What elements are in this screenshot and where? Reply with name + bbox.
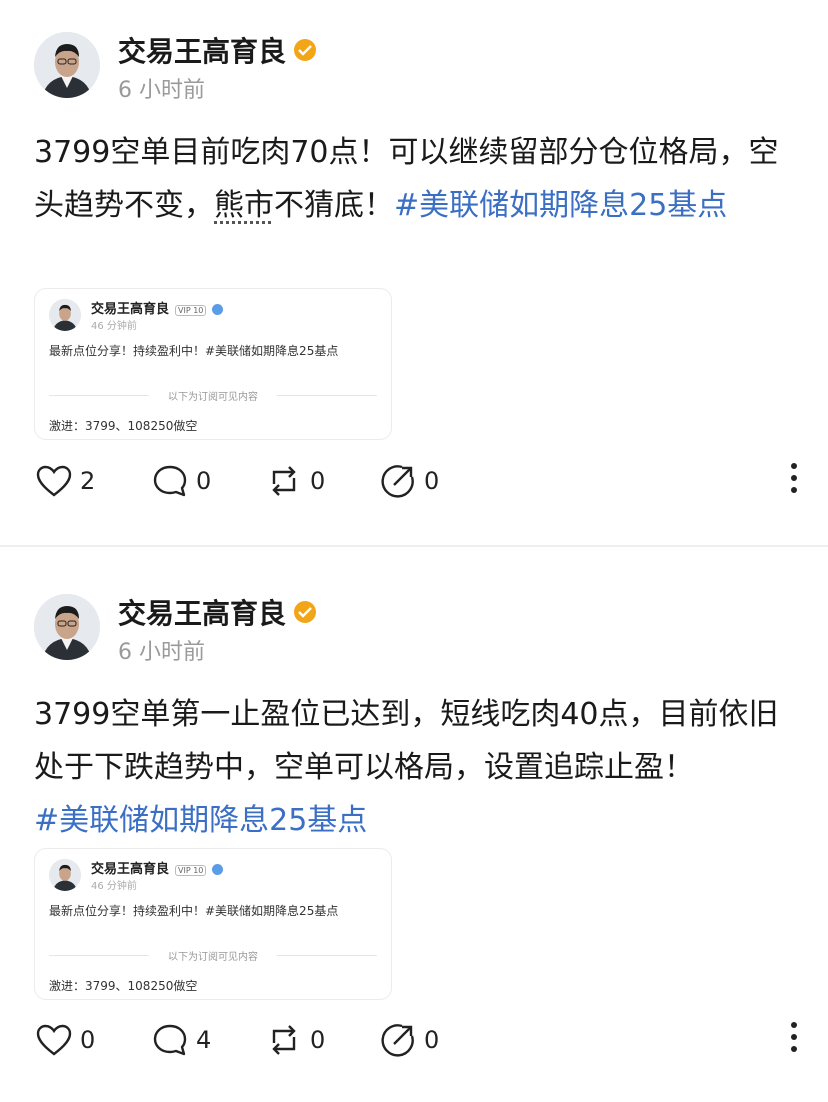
repost-count: 0 [310,1026,326,1054]
comment-count: 4 [196,1026,212,1054]
quoted-footer: 激进：3799、108250做空 [49,979,198,993]
share-icon [381,465,414,498]
quoted-avatar [49,299,81,331]
post-text-keyword[interactable]: 熊市 [214,188,274,223]
share-icon [381,1024,414,1057]
hashtag-link[interactable]: #美联储如期降息25基点 [34,803,367,838]
heart-icon [36,465,72,497]
post-time: 6 小时前 [118,78,205,103]
like-button[interactable]: 2 [36,461,95,501]
verified-check-icon [212,304,224,315]
post-time: 6 小时前 [118,640,205,665]
more-icon[interactable] [790,1022,798,1058]
comment-count: 0 [196,467,212,495]
post: 交易王高育良 6 小时前 3799空单目前吃肉70点！可以继续留部分仓位格局，空… [0,0,828,547]
vip-badge: VIP 10 [175,865,207,876]
quoted-time: 46 分钟前 [91,881,137,892]
post-text: 3799空单目前吃肉70点！可以继续留部分仓位格局，空头趋势不变，熊市不猜底！#… [34,126,794,232]
post-text-part: 3799空单第一止盈位已达到，短线吃肉40点，目前依旧处于下跌趋势中，空单可以格… [34,697,779,785]
author-name-text: 交易王高育良 [118,597,287,630]
repost-icon [272,1025,296,1055]
subscription-divider: 以下为订阅可见内容 [49,952,377,963]
quoted-text: 最新点位分享！持续盈利中！#美联储如期降息25基点 [49,344,339,358]
share-count: 0 [424,1026,440,1054]
vip-badge: VIP 10 [175,305,207,316]
post-text-part: 不猜底！ [274,188,394,223]
comment-button[interactable]: 0 [152,461,211,501]
quoted-author-text: 交易王高育良 [91,862,170,877]
quoted-author: 交易王高育良 VIP 10 [91,858,224,877]
heart-icon [36,1024,72,1056]
avatar[interactable] [34,594,100,660]
quoted-post-card[interactable]: 交易王高育良 VIP 10 46 分钟前 最新点位分享！持续盈利中！#美联储如期降… [34,288,392,440]
repost-icon [272,466,296,496]
share-count: 0 [424,467,440,495]
comment-icon [153,465,187,497]
subscription-divider: 以下为订阅可见内容 [49,392,377,403]
subscription-divider-label: 以下为订阅可见内容 [168,392,258,403]
avatar[interactable] [34,32,100,98]
author-name-text: 交易王高育良 [118,35,287,68]
share-button[interactable]: 0 [380,1020,439,1060]
post: 交易王高育良 6 小时前 3799空单第一止盈位已达到，短线吃肉40点，目前依旧… [0,546,828,1102]
action-bar: 2 0 0 0 [0,461,828,501]
quoted-footer: 激进：3799、108250做空 [49,419,198,433]
verified-badge-icon [294,601,317,623]
author-name[interactable]: 交易王高育良 [118,592,317,632]
repost-button[interactable]: 0 [266,461,325,501]
quoted-post-card[interactable]: 交易王高育良 VIP 10 46 分钟前 最新点位分享！持续盈利中！#美联储如期降… [34,848,392,1000]
action-bar: 0 4 0 0 [0,1020,828,1060]
hashtag-link[interactable]: #美联储如期降息25基点 [394,188,727,223]
verified-badge-icon [294,39,317,61]
quoted-text: 最新点位分享！持续盈利中！#美联储如期降息25基点 [49,904,339,918]
like-count: 0 [80,1026,96,1054]
repost-count: 0 [310,467,326,495]
quoted-avatar [49,859,81,891]
verified-check-icon [212,864,224,875]
author-name[interactable]: 交易王高育良 [118,30,317,70]
repost-button[interactable]: 0 [266,1020,325,1060]
quoted-author-text: 交易王高育良 [91,302,170,317]
share-button[interactable]: 0 [380,461,439,501]
comment-icon [153,1024,187,1056]
like-count: 2 [80,467,96,495]
quoted-time: 46 分钟前 [91,321,137,332]
quoted-author: 交易王高育良 VIP 10 [91,298,224,317]
more-icon[interactable] [790,463,798,499]
post-text: 3799空单第一止盈位已达到，短线吃肉40点，目前依旧处于下跌趋势中，空单可以格… [34,688,794,847]
like-button[interactable]: 0 [36,1020,95,1060]
comment-button[interactable]: 4 [152,1020,211,1060]
subscription-divider-label: 以下为订阅可见内容 [168,952,258,963]
